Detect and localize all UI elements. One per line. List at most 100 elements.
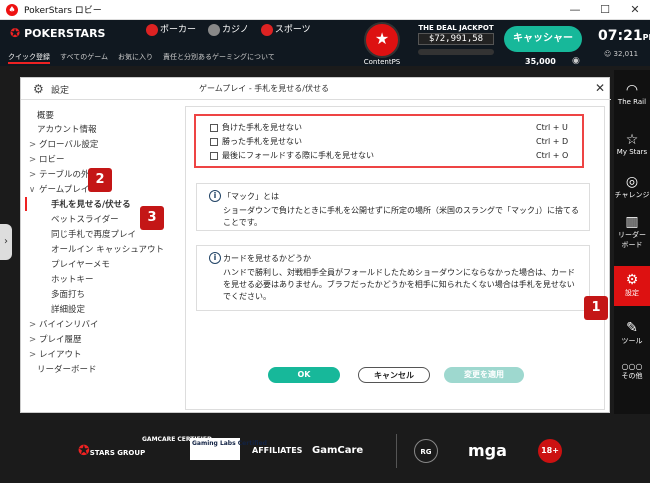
info-icon: i xyxy=(209,190,221,202)
marker-1: 1 xyxy=(584,296,608,320)
settings-header: ⚙ 設定 ゲームプレイ - 手札を見せる/伏せる ✕ xyxy=(21,78,611,100)
cashier-button[interactable]: キャッシャー xyxy=(504,26,582,52)
rail-icon: ◠ xyxy=(625,82,639,98)
star-icon: ✪ xyxy=(10,26,21,40)
balance: 35,000 xyxy=(525,57,556,66)
contentps-avatar[interactable]: ★ ContentPS xyxy=(355,22,409,66)
poker-icon xyxy=(146,23,158,36)
rail-tools[interactable]: ✎ ツール xyxy=(614,314,650,354)
nav-account-info[interactable]: アカウント情報 xyxy=(37,124,97,136)
rail-the-rail[interactable]: ◠ The Rail xyxy=(614,76,650,116)
right-rail: ◠ The Rail ☆ My Stars ◎ チャレンジ ▥ リーダー ボード ⚙ 設定… xyxy=(614,70,650,414)
ok-button[interactable]: OK xyxy=(268,367,340,383)
chevron-right-icon: > xyxy=(29,140,37,150)
rail-leaderboard[interactable]: ▥ リーダー ボード xyxy=(614,208,650,258)
nav-sports[interactable]: スポーツ xyxy=(260,22,311,36)
nav-casino[interactable]: カジノ xyxy=(208,22,249,36)
nav-overview[interactable]: 概要 xyxy=(37,110,54,122)
button-row: OK キャンセル 変更を適用 xyxy=(268,367,568,387)
nav-advanced[interactable]: 詳細設定 xyxy=(51,304,85,316)
nav-play-history[interactable]: > プレイ履歴 xyxy=(29,334,82,346)
jackpot-progress xyxy=(418,49,494,55)
cancel-button[interactable]: キャンセル xyxy=(358,367,430,383)
checkbox[interactable] xyxy=(210,151,218,160)
gamcare-certified-logo[interactable]: GAMCARE CERTIFIED xyxy=(142,436,212,483)
eye-icon[interactable]: ◉ xyxy=(572,56,580,66)
nav-global-settings[interactable]: > グローバル設定 xyxy=(29,139,98,151)
option-hide-last-fold[interactable]: 最後にフォールドする際に手札を見せない Ctrl + O xyxy=(210,150,570,162)
jackpot-value: $72,991,58 xyxy=(418,33,494,45)
rail-more[interactable]: ○○○ その他 xyxy=(614,356,650,396)
checkbox[interactable] xyxy=(210,123,218,132)
close-window-button[interactable]: ✕ xyxy=(620,0,650,20)
chevron-right-icon: > xyxy=(29,155,37,165)
settings-panel: ⚙ 設定 ゲームプレイ - 手札を見せる/伏せる ✕ 概要 アカウント情報 > グ… xyxy=(20,77,611,413)
nav-allin-cashout[interactable]: オールイン キャッシュアウト xyxy=(51,244,164,256)
star-icon: ☆ xyxy=(625,132,639,148)
info-show-cards: i カードを見せるかどうか ハンドで勝利し、対戦相手全員がフォールドしたためショ… xyxy=(196,245,590,311)
nav-rematch[interactable]: 同じ手札で再度プレイ xyxy=(51,229,136,241)
rail-my-stars[interactable]: ☆ My Stars xyxy=(614,126,650,166)
target-icon: ◎ xyxy=(625,174,639,190)
nav-lobby[interactable]: > ロビー xyxy=(29,154,65,166)
breadcrumb: ゲームプレイ - 手札を見せる/伏せる xyxy=(199,84,329,93)
subnav-responsible-gaming[interactable]: 責任と分別あるゲーミングについて xyxy=(163,52,275,64)
gamcare-logo[interactable]: GamCare xyxy=(312,424,363,478)
mga-logo[interactable]: mga xyxy=(468,424,507,478)
online-users: ☺ 32,011 xyxy=(604,50,639,58)
chevron-right-icon: > xyxy=(29,320,37,330)
rail-challenge[interactable]: ◎ チャレンジ xyxy=(614,168,650,208)
nav-gameplay[interactable]: ∨ ゲームプレイ xyxy=(29,184,89,196)
close-settings-button[interactable]: ✕ xyxy=(595,81,605,95)
checkbox[interactable] xyxy=(210,137,218,146)
settings-title: 設定 xyxy=(51,86,70,96)
info-body: ショーダウンで負けたときに手札を公開せずに所定の場所（米国のスラングで「マック」… xyxy=(223,206,579,227)
info-body: ハンドで勝利し、対戦相手全員がフォールドしたためショーダウンにならなかった場合は… xyxy=(223,268,575,301)
nav-outside-table[interactable]: > テーブルの外 xyxy=(29,169,90,181)
nav-leaderboard[interactable]: リーダーボード xyxy=(37,364,97,376)
gear-icon: ⚙ xyxy=(33,82,44,96)
gear-icon: ⚙ xyxy=(625,272,639,288)
chevron-right-icon: > xyxy=(29,335,37,345)
sports-icon xyxy=(260,23,273,36)
stars-group-logo[interactable]: ✪STARS GROUP xyxy=(78,424,145,478)
age-18-badge: 18+ xyxy=(538,424,562,478)
marker-3: 3 xyxy=(140,206,164,230)
nav-buyin-rebuy[interactable]: > バイインリバイ xyxy=(29,319,99,331)
nav-poker[interactable]: ポーカー xyxy=(146,22,196,36)
deal-jackpot[interactable]: THE DEAL JACKPOT $72,991,58 xyxy=(418,24,494,60)
nav-player-notes[interactable]: プレイヤーメモ xyxy=(51,259,110,271)
nav-layout[interactable]: > レイアウト xyxy=(29,349,82,361)
lobby-header: ✪ POKERSTARS ポーカー カジノ スポーツ クイック登録 すべてのゲーム… xyxy=(0,20,650,66)
rail-settings[interactable]: ⚙ 設定 xyxy=(614,266,650,306)
subnav-quick-register[interactable]: クイック登録 xyxy=(8,52,50,64)
apply-button[interactable]: 変更を適用 xyxy=(444,367,524,383)
title-bar: ♠ PokerStars ロビー — ☐ ✕ xyxy=(0,0,650,20)
marker-2: 2 xyxy=(88,168,112,192)
option-hide-winning-hand[interactable]: 勝った手札を見せない Ctrl + D xyxy=(210,136,570,148)
chevron-right-icon: > xyxy=(29,350,37,360)
nav-multitable[interactable]: 多面打ち xyxy=(51,289,85,301)
chevron-down-icon: ∨ xyxy=(29,185,36,195)
nav-bet-slider[interactable]: ベットスライダー xyxy=(51,214,119,226)
info-muck: i 「マック」とは ショーダウンで負けたときに手札を公開せずに所定の場所（米国の… xyxy=(196,183,590,231)
maximize-button[interactable]: ☐ xyxy=(590,0,620,20)
wrench-icon: ✎ xyxy=(626,320,638,336)
pokerstars-logo[interactable]: ✪ POKERSTARS xyxy=(10,26,105,40)
subnav-favorites[interactable]: お気に入り xyxy=(118,52,153,64)
option-hide-losing-hand[interactable]: 負けた手札を見せない Ctrl + U xyxy=(210,122,570,134)
nav-hotkeys[interactable]: ホットキー xyxy=(51,274,94,286)
star-icon: ★ xyxy=(364,22,400,58)
rg-logo[interactable]: RG xyxy=(414,424,438,478)
minimize-button[interactable]: — xyxy=(560,0,590,20)
subnav-all-games[interactable]: すべてのゲーム xyxy=(60,52,108,64)
gaming-labs-logo[interactable]: Gaming Labs Certified xyxy=(190,438,267,460)
settings-content: 負けた手札を見せない Ctrl + U 勝った手札を見せない Ctrl + D 最後… xyxy=(185,106,605,410)
expand-left-handle[interactable]: › xyxy=(0,224,12,260)
window-title: PokerStars ロビー xyxy=(24,6,102,16)
affiliates-logo[interactable]: AFFILIATES xyxy=(252,424,302,478)
nav-show-hide-hands[interactable]: 手札を見せる/伏せる xyxy=(51,199,131,211)
footer-logos: ✪STARS GROUP GAMCARE CERTIFIED Gaming La… xyxy=(0,424,650,478)
sub-nav: クイック登録 すべてのゲーム お気に入り 責任と分別あるゲーミングについて xyxy=(8,52,275,64)
leaderboard-icon: ▥ xyxy=(625,214,639,230)
